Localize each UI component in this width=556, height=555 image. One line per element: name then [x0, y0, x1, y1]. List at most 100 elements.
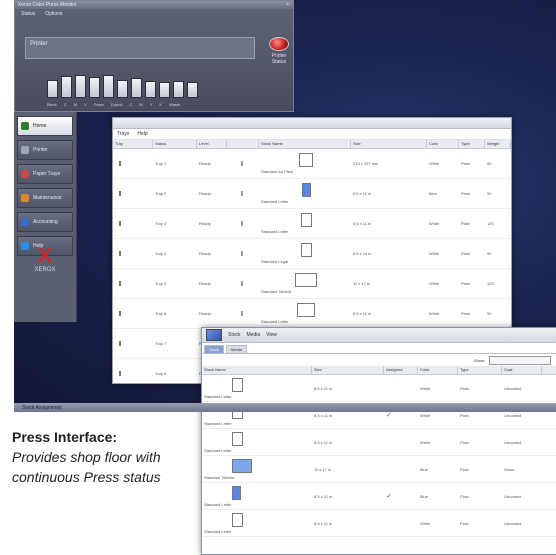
stock-coat: Gloss	[504, 466, 515, 472]
assigned-check-icon: ✓	[386, 412, 392, 419]
column-header[interactable]: Size	[351, 140, 427, 148]
tray-color: White	[429, 281, 440, 286]
consumable-meter	[159, 82, 170, 98]
tray-level-gauge	[241, 281, 243, 286]
stock-size: 8.5 x 11 in	[314, 520, 333, 526]
table-row[interactable]: Standard Letter 8.5 x 11 in White Plain Unco…	[202, 375, 556, 402]
table-row[interactable]: Standard Letter 8.5 x 11 in White Plain Unco…	[202, 429, 556, 456]
close-icon[interactable]: ×	[286, 1, 289, 9]
paper-sheet-icon	[232, 512, 243, 527]
table-row[interactable]: Tray 1 Ready Standard A4 Plain 210 x 297 mm…	[113, 149, 511, 179]
meter-label: Fuser	[93, 102, 104, 107]
column-header[interactable]: Type	[458, 366, 502, 374]
consumable-meter	[173, 81, 184, 98]
sidebar-item-label: Paper Trays	[33, 171, 60, 177]
tray-cell	[113, 221, 153, 226]
caption: Press Interface: Provides shop floor wit…	[12, 427, 192, 487]
paper-sheet-icon	[300, 243, 312, 257]
tray-icon	[119, 161, 121, 166]
column-header[interactable]: Color	[427, 140, 459, 148]
consumable-meter	[131, 78, 142, 98]
meter-label: M	[139, 102, 143, 107]
meter-label: M	[73, 102, 78, 107]
stock-coat: Uncoated	[504, 520, 522, 526]
stock-name: Standard Tabloid	[204, 474, 234, 480]
table-row[interactable]: Standard Letter 8.5 x 11 in White Plain Unco…	[202, 510, 556, 537]
level-cell	[227, 251, 259, 256]
stock-cell: Standard Legal	[259, 243, 351, 264]
column-header[interactable]: Status	[153, 140, 197, 148]
tray-weight: 90	[487, 251, 492, 256]
tray-type: Plain	[461, 191, 470, 196]
sidebar-item-paper-trays[interactable]: Paper Trays	[17, 164, 73, 184]
window-menu-bar: Trays Help	[113, 129, 511, 140]
tray-color: White	[429, 161, 440, 166]
consumable-meter	[187, 82, 198, 98]
stock-name: Standard Letter	[204, 501, 232, 507]
stock-cell: Standard Tabloid	[202, 458, 312, 480]
meter-label: Black	[47, 102, 57, 107]
menu-help[interactable]: Help	[137, 131, 147, 137]
sidebar-item-accounting[interactable]: Accounting	[17, 212, 73, 232]
tray-status: Ready	[199, 161, 211, 166]
column-header[interactable]: Tray	[113, 140, 153, 148]
filter-select[interactable]	[489, 355, 551, 365]
table-row[interactable]: Tray 4 Ready Standard Legal 8.5 x 14 in Whit…	[113, 239, 511, 269]
press-status-light-icon	[269, 37, 289, 51]
stock-coat: Uncoated	[504, 385, 522, 391]
table-row[interactable]: Tray 2 Ready Standard Letter 8.5 x 11 in Blu…	[113, 179, 511, 209]
stock-type: Plain	[460, 493, 469, 499]
column-header[interactable]	[227, 140, 259, 148]
column-header[interactable]: Coat	[502, 366, 542, 374]
stock-size: 8.5 x 11 in	[314, 412, 333, 418]
table-row[interactable]: Tray 6 Ready Standard Letter 8.5 x 11 in Whi…	[113, 299, 511, 329]
column-header[interactable]: Assigned	[384, 366, 418, 374]
menu-options[interactable]: Options	[45, 11, 62, 17]
column-header[interactable]: Size	[312, 366, 384, 374]
tray-color: White	[429, 251, 440, 256]
column-header[interactable]: Stock Name	[259, 140, 351, 148]
tray-weight: 90	[487, 311, 492, 316]
press-status-panel: Xerox Color Press Monitor × Status Optio…	[14, 0, 294, 112]
table-row[interactable]: Tray 3 Ready Standard Letter 8.5 x 11 in Whi…	[113, 209, 511, 239]
menu-stock[interactable]: Stock	[228, 332, 241, 338]
xerox-x-icon: X	[38, 245, 52, 267]
tray-status: Ready	[199, 221, 211, 226]
tray-status: Ready	[199, 191, 211, 196]
stock-color: White	[420, 412, 431, 418]
menu-view[interactable]: View	[266, 332, 277, 338]
printer-icon	[21, 146, 29, 154]
sidebar-item-label: Accounting	[33, 219, 58, 225]
menu-status[interactable]: Status	[21, 11, 35, 17]
tray-color: White	[429, 221, 440, 226]
tab-media[interactable]: Media	[226, 345, 247, 353]
sidebar-item-printer[interactable]: Printer	[17, 140, 73, 160]
tray-icon	[119, 221, 121, 226]
meter-label: C	[63, 102, 67, 107]
taskbar-item[interactable]: Stock Assignment	[22, 405, 62, 411]
tray-size: 8.5 x 14 in	[353, 251, 372, 256]
table-row[interactable]: Standard Letter 8.5 x 11 in ✓ Blue Plain Unco…	[202, 483, 556, 510]
stock-cell: Standard Letter	[202, 431, 312, 453]
tray-size: 11 x 17 in	[353, 281, 371, 286]
menu-media[interactable]: Media	[247, 332, 261, 338]
column-header[interactable]: Level	[197, 140, 227, 148]
menu-trays[interactable]: Trays	[117, 131, 129, 137]
paper-sheet-icon	[300, 213, 312, 227]
tab-stock[interactable]: Stock	[204, 345, 225, 353]
table-row[interactable]: Tray 5 Ready Standard Tabloid 11 x 17 in Whi…	[113, 269, 511, 299]
stock-library-window: Stock Media View Stock Media Show: Stock…	[201, 327, 556, 555]
column-header[interactable]: Color	[418, 366, 458, 374]
column-header[interactable]: Stock Name	[202, 366, 312, 374]
column-header[interactable]: Weight	[485, 140, 511, 148]
assigned-check-icon: ✓	[386, 493, 392, 500]
xerox-logo: X XEROX	[14, 245, 76, 291]
sidebar-item-maintenance[interactable]: Maintenance	[17, 188, 73, 208]
column-header[interactable]: Type	[459, 140, 485, 148]
sidebar-item-home[interactable]: Home	[17, 116, 73, 136]
paper-sheet-icon	[232, 458, 252, 473]
table-row[interactable]: Standard Tabloid 11 x 17 in Blue Plain Gloss	[202, 456, 556, 483]
paper-sheet-icon	[301, 183, 311, 197]
stock-cell: Standard Letter	[259, 183, 351, 204]
stock-size: 8.5 x 11 in	[314, 439, 333, 445]
